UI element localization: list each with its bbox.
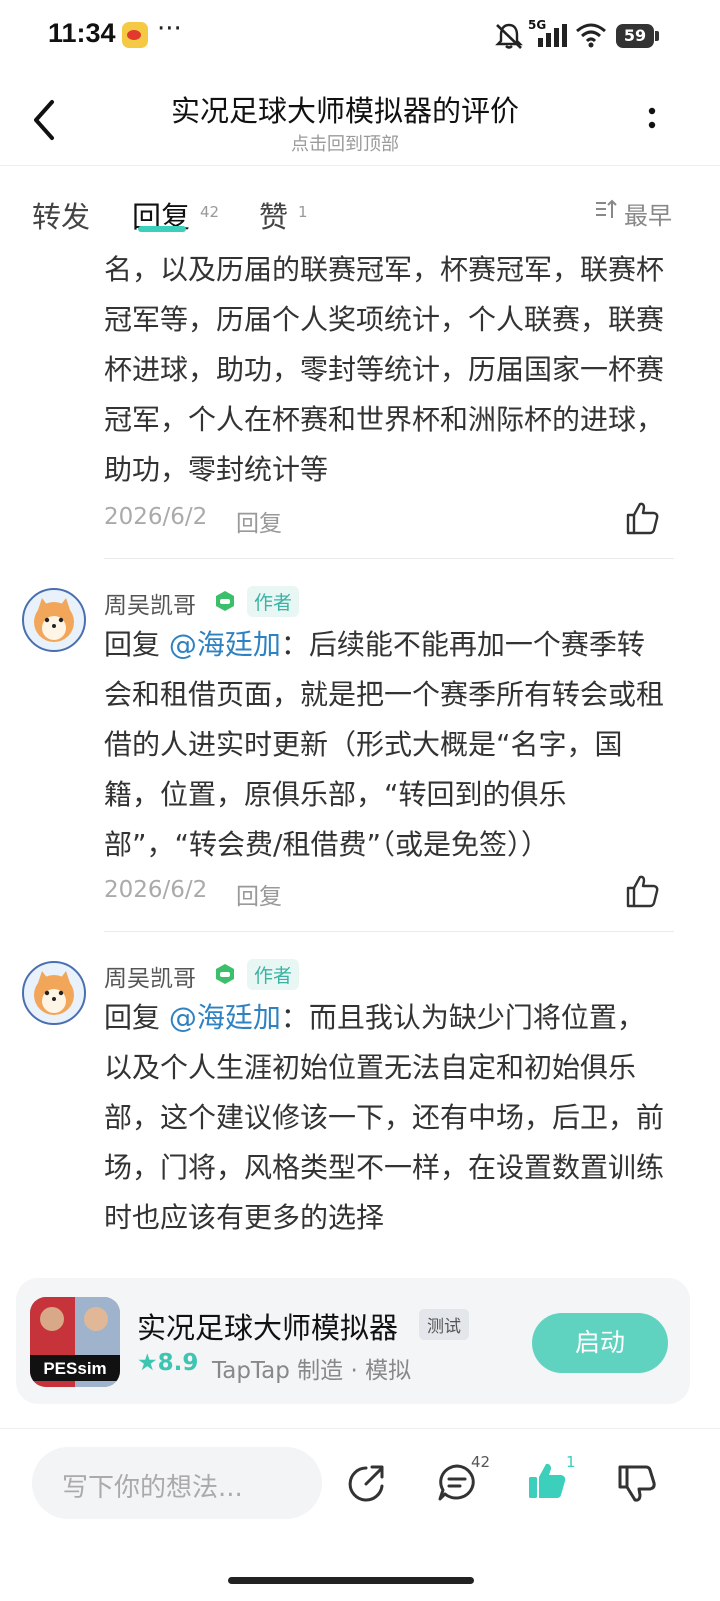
- battery-icon: 59: [616, 24, 654, 48]
- reply-prefix: 回复: [104, 1001, 169, 1034]
- comment-text: 回复 @海廷加：后续能不能再加一个赛季转会和租借页面，就是把一个赛季所有转会或租…: [104, 620, 664, 870]
- reply-prefix: 回复: [104, 628, 169, 661]
- comment-divider: [104, 931, 674, 932]
- signal-icon: [538, 24, 567, 47]
- comment-date: 2026/6/2: [104, 877, 208, 903]
- app-name[interactable]: 实况足球大师模拟器: [137, 1305, 398, 1347]
- share-icon[interactable]: [346, 1462, 388, 1504]
- tab-likes[interactable]: 赞: [259, 194, 288, 236]
- thumbs-up-filled-icon[interactable]: [526, 1460, 568, 1502]
- more-options-icon[interactable]: [640, 104, 664, 134]
- comment-input-placeholder: 写下你的想法...: [62, 1473, 243, 1503]
- comment-text: 名，以及历届的联赛冠军，杯赛冠军，联赛杯冠军等，历届个人奖项统计，个人联赛，联赛…: [104, 253, 665, 486]
- username[interactable]: 周吴凯哥: [104, 586, 196, 620]
- avatar[interactable]: [22, 588, 86, 652]
- test-tag: 测试: [419, 1309, 469, 1340]
- status-bar: 11:34 ··· 5G 59: [0, 0, 720, 72]
- username[interactable]: 周吴凯哥: [104, 959, 196, 993]
- tab-likes-count: 1: [298, 203, 308, 221]
- comment-body: ：而且我认为缺少门将位置，以及个人生涯初始位置无法自定和初始俱乐部，这个建议修该…: [104, 1001, 665, 1234]
- wifi-icon: [576, 23, 606, 48]
- app-icon[interactable]: PESsim: [30, 1297, 120, 1387]
- bottom-bar-divider: [0, 1428, 720, 1429]
- sort-label: 最早: [624, 202, 672, 230]
- mention-link[interactable]: @海廷加: [169, 1001, 281, 1034]
- gamepad-badge-icon: [216, 591, 234, 611]
- tab-repost[interactable]: 转发: [32, 194, 90, 236]
- scroll-to-top-hint[interactable]: 点击回到顶部: [0, 130, 690, 156]
- thumbs-down-icon[interactable]: [616, 1462, 658, 1504]
- reply-button[interactable]: 回复: [236, 877, 282, 911]
- launch-button[interactable]: 启动: [532, 1313, 668, 1373]
- more-notifications-icon: ···: [157, 14, 182, 44]
- shiba-avatar-icon: [34, 971, 74, 1015]
- header-divider: [0, 165, 720, 166]
- shiba-avatar-icon: [34, 598, 74, 642]
- app-maker: TapTap 制造 · 模拟: [212, 1358, 412, 1384]
- weibo-notification-icon: [122, 22, 148, 48]
- comment-date: 2026/6/2: [104, 504, 208, 530]
- svg-text:PESsim: PESsim: [43, 1359, 106, 1378]
- page-title[interactable]: 实况足球大师模拟器的评价: [0, 88, 690, 130]
- gamepad-badge-icon: [216, 964, 234, 984]
- pes-sim-logo-icon: PESsim: [30, 1297, 120, 1387]
- tab-replies-count: 42: [200, 203, 220, 221]
- comment-text: 回复 @海廷加：而且我认为缺少门将位置，以及个人生涯初始位置无法自定和初始俱乐部…: [104, 993, 664, 1243]
- reply-button[interactable]: 回复: [236, 504, 282, 538]
- mute-icon: [495, 23, 523, 49]
- thumbs-up-icon[interactable]: [624, 873, 660, 909]
- like-count: 1: [566, 1453, 576, 1471]
- comment-divider: [104, 558, 674, 559]
- status-time: 11:34: [48, 18, 116, 48]
- comment-count: 42: [471, 1453, 491, 1471]
- thumbs-up-icon[interactable]: [624, 500, 660, 536]
- sort-icon: [596, 199, 617, 218]
- comment-body: ：后续能不能再加一个赛季转会和租借页面，就是把一个赛季所有转会或租借的人进实时更…: [104, 628, 665, 861]
- battery-tip: [655, 31, 659, 41]
- tab-active-indicator: [138, 226, 186, 232]
- home-indicator[interactable]: [228, 1577, 474, 1584]
- mention-link[interactable]: @海廷加: [169, 628, 281, 661]
- author-tag: 作者: [247, 959, 300, 990]
- author-tag: 作者: [247, 586, 300, 617]
- avatar[interactable]: [22, 961, 86, 1025]
- app-rating: ★8.9: [137, 1350, 199, 1376]
